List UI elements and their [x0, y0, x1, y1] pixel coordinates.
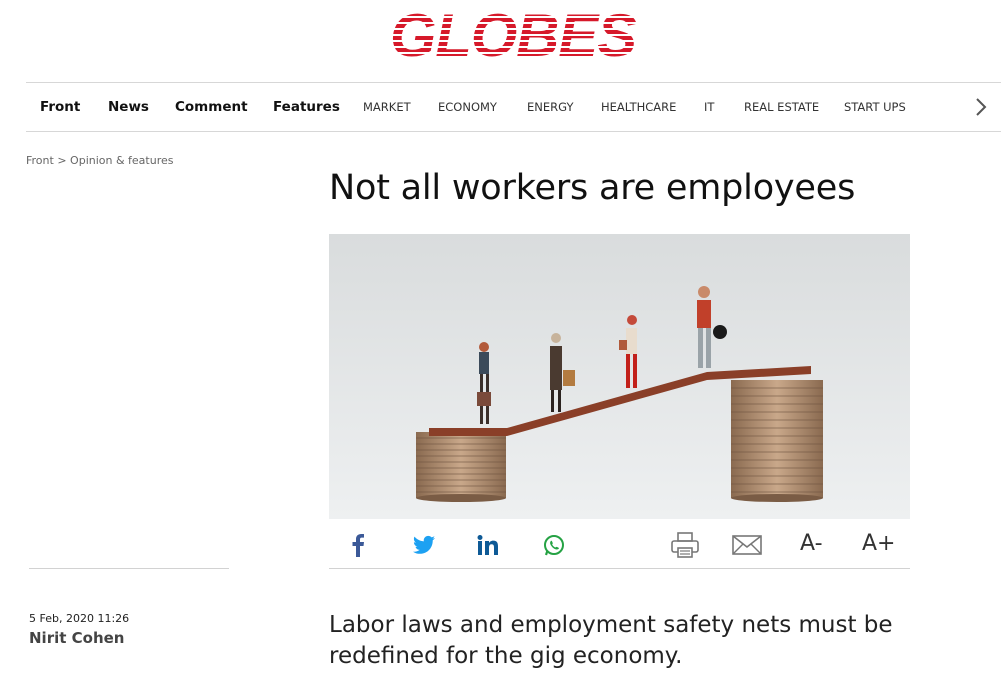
article-title: Not all workers are employees	[329, 168, 856, 208]
email-icon[interactable]	[732, 535, 762, 559]
nav-item-start-ups[interactable]: START UPS	[844, 83, 906, 131]
article-subtitle: Labor laws and employment safety nets mu…	[329, 612, 893, 669]
breadcrumb-section[interactable]: Opinion & features	[70, 154, 173, 167]
nav-item-economy[interactable]: ECONOMY	[438, 83, 497, 131]
article-date: 5 Feb, 2020 11:26	[29, 612, 130, 625]
nav-item-front[interactable]: Front	[40, 83, 80, 131]
nav-item-healthcare[interactable]: HEALTHCARE	[601, 83, 676, 131]
font-increase-button[interactable]: A+	[862, 531, 895, 556]
share-bar: A- A+	[329, 523, 910, 569]
nav-item-real-estate[interactable]: REAL ESTATE	[744, 83, 819, 131]
breadcrumb: Front > Opinion & features	[26, 154, 174, 167]
twitter-icon[interactable]	[413, 535, 435, 559]
nav-item-market[interactable]: MARKET	[363, 83, 411, 131]
print-icon[interactable]	[671, 532, 699, 562]
breadcrumb-separator: >	[53, 154, 71, 167]
breadcrumb-front[interactable]: Front	[26, 154, 54, 167]
font-decrease-button[interactable]: A-	[800, 531, 823, 556]
globes-logo[interactable]: GLOBES	[388, 6, 638, 62]
nav-item-features[interactable]: Features	[273, 83, 340, 131]
main-nav: Front News Comment Features MARKET ECONO…	[26, 82, 1001, 132]
article-page: GLOBES Front News Comment Features MARKE…	[0, 0, 1007, 678]
chevron-right-icon[interactable]	[971, 95, 991, 119]
facebook-icon[interactable]	[351, 533, 365, 561]
nav-item-comment[interactable]: Comment	[175, 83, 248, 131]
meta-divider	[29, 568, 229, 569]
nav-item-energy[interactable]: ENERGY	[527, 83, 574, 131]
logo-wordmark: GLOBES	[390, 6, 637, 62]
linkedin-icon[interactable]	[477, 535, 499, 559]
whatsapp-icon[interactable]	[543, 534, 565, 560]
nav-item-news[interactable]: News	[108, 83, 149, 131]
article-hero-image	[329, 234, 910, 519]
article-author[interactable]: Nirit Cohen	[29, 629, 124, 647]
nav-item-it[interactable]: IT	[704, 83, 714, 131]
